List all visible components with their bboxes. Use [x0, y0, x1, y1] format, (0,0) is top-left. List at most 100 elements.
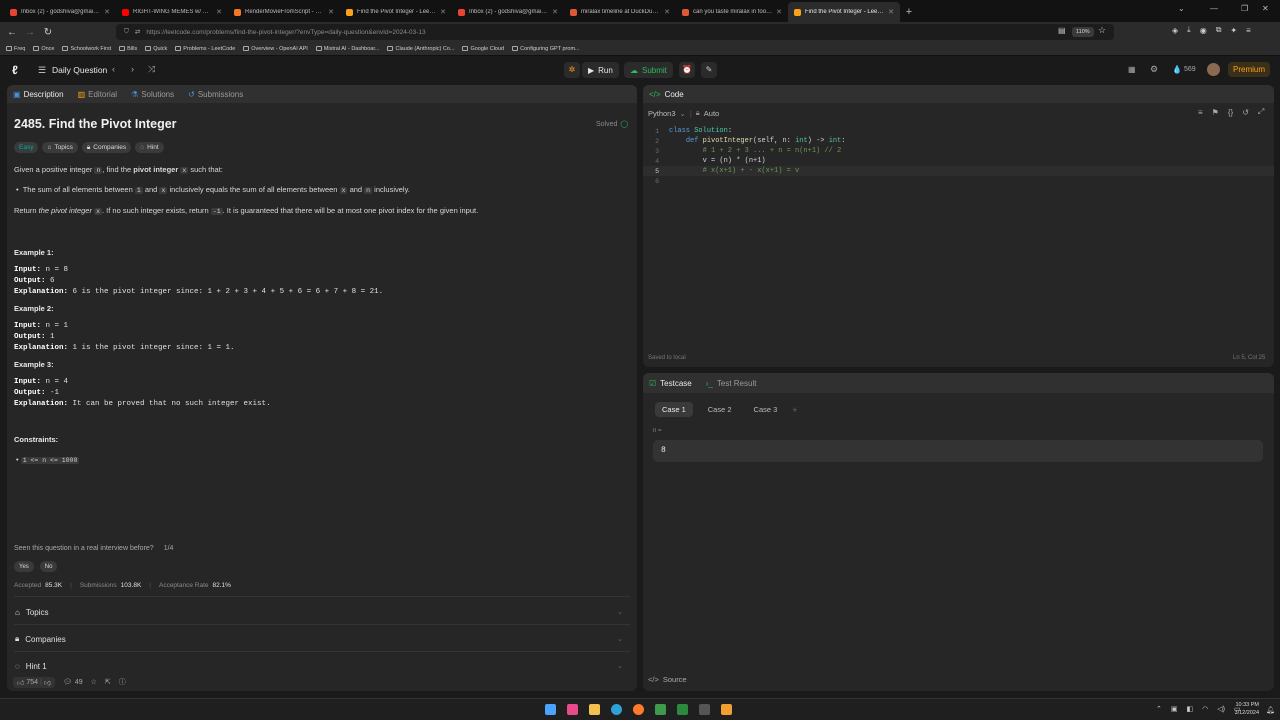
- interview-yes-button[interactable]: Yes: [14, 561, 34, 572]
- bookmark-item[interactable]: Google Cloud: [462, 46, 504, 52]
- layout-icon[interactable]: ▦: [1128, 65, 1136, 74]
- browser-tab[interactable]: can you taste miralax in food? ✕: [676, 2, 788, 22]
- close-tab-icon[interactable]: ✕: [552, 8, 558, 16]
- debug-icon[interactable]: ✲: [564, 62, 580, 78]
- extensions-puzzle-icon[interactable]: ✦: [1230, 26, 1237, 35]
- forward-icon[interactable]: →: [21, 27, 39, 38]
- accordion-hint-1[interactable]: ◌ Hint 1 ⌄: [15, 659, 629, 673]
- taskbar-app-icon[interactable]: [721, 704, 732, 715]
- next-problem-icon[interactable]: ›: [131, 64, 134, 74]
- back-icon[interactable]: ←: [3, 27, 21, 38]
- add-case-icon[interactable]: +: [792, 405, 797, 415]
- case-2-tab[interactable]: Case 2: [701, 402, 739, 417]
- bookmark-item[interactable]: Overview - OpenAI API: [243, 46, 308, 52]
- close-tab-icon[interactable]: ✕: [888, 8, 894, 16]
- like-button[interactable]: 👍︎ 754 | 👎︎: [13, 676, 55, 688]
- firefox-icon[interactable]: [633, 704, 644, 715]
- shuffle-icon[interactable]: ⤨: [148, 64, 155, 75]
- browser-tab[interactable]: miralax timeline at DuckDuckGo ✕: [564, 2, 676, 22]
- menu-icon[interactable]: ≡: [1246, 26, 1251, 35]
- taskbar-app-icon[interactable]: [567, 704, 578, 715]
- browser-tab[interactable]: Inbox (2) - godshiva@gmail.com ✕: [452, 2, 564, 22]
- tab-code[interactable]: </> Code: [649, 90, 684, 99]
- close-window-icon[interactable]: ✕: [1262, 4, 1269, 13]
- clock[interactable]: 10:33 PM 3/12/2024: [1233, 701, 1259, 717]
- restore-icon[interactable]: ❐: [1241, 4, 1248, 13]
- bookmark-item[interactable]: Problems - LeetCode: [175, 46, 235, 52]
- problem-list-icon[interactable]: ☰: [38, 65, 46, 76]
- comments-button[interactable]: 💬︎ 49: [63, 678, 83, 687]
- prev-problem-icon[interactable]: ‹: [112, 64, 115, 74]
- close-tab-icon[interactable]: ✕: [440, 8, 446, 16]
- bookmark-item[interactable]: Once: [33, 46, 54, 52]
- start-icon[interactable]: [545, 704, 556, 715]
- file-explorer-icon[interactable]: [589, 704, 600, 715]
- bookmark-item[interactable]: Quick: [145, 46, 167, 52]
- notification-bell-icon[interactable]: 🔔︎: [1266, 706, 1275, 714]
- download-icon[interactable]: ⤓: [1187, 25, 1191, 35]
- tab-description[interactable]: ▣ Description: [13, 90, 64, 99]
- close-tab-icon[interactable]: ✕: [664, 8, 670, 16]
- companies-pill[interactable]: 🔒︎ Companies: [81, 142, 132, 153]
- reload-icon[interactable]: ↻: [39, 27, 57, 38]
- tab-test-result[interactable]: ›_ Test Result: [706, 379, 757, 388]
- bookmark-item[interactable]: Schoolwork First: [62, 46, 111, 52]
- star-icon[interactable]: ☆: [91, 678, 97, 686]
- bookmark-item[interactable]: Freq: [6, 46, 25, 52]
- leetcode-logo-icon[interactable]: ℓ: [12, 63, 18, 77]
- bookmark-item[interactable]: Mistral AI - Dashboar...: [315, 46, 379, 52]
- bookmark-item[interactable]: Configuring GPT prom...: [512, 46, 580, 52]
- settings-gear-icon[interactable]: ⚙: [1150, 64, 1158, 75]
- taskbar-app-icon[interactable]: [677, 704, 688, 715]
- code-editor[interactable]: 1 class Solution: 2 def pivotInteger(self…: [643, 126, 1274, 186]
- tab-solutions[interactable]: ⚗ Solutions: [131, 90, 174, 99]
- close-tab-icon[interactable]: ✕: [328, 8, 334, 16]
- bookmark-item[interactable]: Bills: [119, 46, 137, 52]
- topics-pill[interactable]: ⌂ Topics: [42, 142, 78, 153]
- variable-input[interactable]: 8: [653, 440, 1263, 462]
- close-tab-icon[interactable]: ✕: [104, 8, 110, 16]
- premium-button[interactable]: Premium: [1228, 62, 1271, 77]
- tray-app-icon[interactable]: ◧: [1187, 705, 1194, 713]
- tab-editorial[interactable]: ▥ Editorial: [78, 90, 117, 99]
- timer-icon[interactable]: ⏰: [679, 62, 695, 78]
- extension-icon[interactable]: ⧉: [1216, 25, 1222, 35]
- auto-mode[interactable]: Auto: [704, 109, 719, 118]
- format-icon[interactable]: ≡: [1198, 108, 1203, 117]
- interview-no-button[interactable]: No: [39, 561, 58, 572]
- pocket-icon[interactable]: ◈: [1172, 26, 1178, 35]
- hint-pill[interactable]: ◌ Hint: [135, 142, 164, 153]
- tray-app-icon[interactable]: ▣: [1171, 705, 1178, 713]
- run-button[interactable]: ▶ Run: [582, 62, 619, 78]
- source-link[interactable]: </> Source: [648, 675, 687, 684]
- fullscreen-icon[interactable]: ⤢: [1258, 107, 1264, 117]
- daily-question-link[interactable]: Daily Question: [52, 65, 107, 75]
- case-3-tab[interactable]: Case 3: [747, 402, 785, 417]
- accordion-companies[interactable]: 🔒︎ Companies ⌄: [15, 632, 629, 646]
- case-1-tab[interactable]: Case 1: [655, 402, 693, 417]
- tray-chevron-icon[interactable]: ⌃: [1156, 705, 1162, 713]
- submit-button[interactable]: ☁ Submit: [624, 62, 673, 78]
- braces-icon[interactable]: {}: [1228, 108, 1233, 117]
- reset-icon[interactable]: ↺: [1242, 108, 1249, 117]
- notes-icon[interactable]: ✎: [701, 62, 717, 78]
- accordion-topics[interactable]: ⌂ Topics ⌄: [15, 605, 629, 619]
- excel-icon[interactable]: [655, 704, 666, 715]
- avatar[interactable]: [1207, 63, 1220, 76]
- browser-tab[interactable]: RIGHT-WING MEMES w/ PAUL ✕: [116, 2, 228, 22]
- close-tab-icon[interactable]: ✕: [216, 8, 222, 16]
- help-icon[interactable]: ⓘ: [119, 677, 126, 687]
- language-select[interactable]: Python3: [648, 109, 676, 118]
- tab-list-icon[interactable]: ⌄: [1178, 4, 1185, 13]
- bookmark-item[interactable]: Claude (Anthropic) Co...: [387, 46, 454, 52]
- bookmark-star-icon[interactable]: ☆: [1098, 25, 1106, 36]
- minimize-icon[interactable]: —: [1210, 4, 1218, 13]
- account-icon[interactable]: ◉: [1200, 26, 1207, 35]
- site-info-icon[interactable]: ⇄: [135, 28, 140, 36]
- browser-tab[interactable]: RenderMovieFromScript - Jupyter✕: [228, 2, 340, 22]
- edge-icon[interactable]: [611, 704, 622, 715]
- browser-tab[interactable]: Find the Pivot Integer - LeetCode ✕: [340, 2, 452, 22]
- url-bar[interactable]: ⛉ ⇄ https://leetcode.com/problems/find-t…: [116, 24, 1114, 40]
- browser-tab[interactable]: Inbox (2) - godshiva@gmail.com ✕: [4, 2, 116, 22]
- share-icon[interactable]: ⇱: [105, 678, 111, 686]
